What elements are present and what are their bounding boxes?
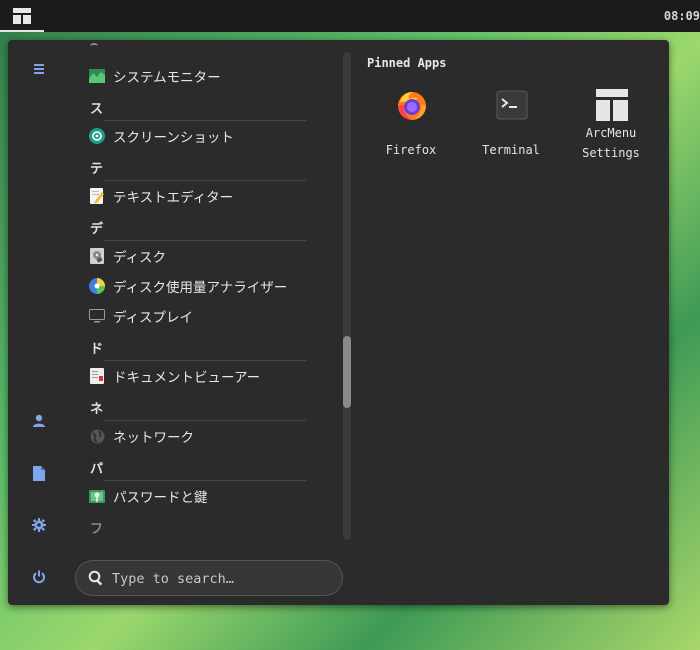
firefox-icon — [395, 88, 429, 122]
category-header: パ — [78, 451, 306, 481]
application-list[interactable]: システムモニター ス スクリーンショット テ テキストエディター デ ディスク … — [78, 40, 340, 540]
passwords-keys-icon — [89, 488, 105, 504]
app-label: システムモニター — [113, 70, 221, 86]
top-panel: 08:09 — [0, 0, 700, 32]
arcmenu-icon — [13, 8, 31, 24]
user-button[interactable] — [27, 409, 51, 433]
scrollbar-thumb[interactable] — [343, 336, 351, 408]
partial-icon — [90, 43, 98, 49]
document-viewer-icon — [89, 368, 105, 384]
arcmenu-settings-icon — [595, 88, 629, 122]
hamburger-button[interactable] — [27, 57, 51, 81]
category-header: テ — [78, 151, 306, 181]
app-text-editor[interactable]: テキストエディター — [78, 181, 340, 211]
category-header: デ — [78, 211, 306, 241]
app-label: テキストエディター — [113, 190, 234, 206]
pinned-app-label: Firefox — [385, 143, 437, 157]
user-icon — [33, 414, 45, 427]
category-header: ネ — [78, 391, 306, 421]
app-label: スクリーンショット — [113, 130, 234, 146]
left-sidebar — [8, 40, 70, 605]
settings-button[interactable] — [27, 513, 51, 537]
app-display[interactable]: ディスプレイ — [78, 301, 340, 331]
app-label: ドキュメントビューアー — [113, 370, 261, 386]
app-disks[interactable]: ディスク — [78, 241, 340, 271]
power-icon — [33, 570, 45, 584]
app-label: ネットワーク — [113, 430, 194, 446]
app-passwords-keys[interactable]: パスワードと鍵 — [78, 481, 340, 511]
arcmenu-button[interactable] — [0, 0, 44, 32]
app-label: ディスク使用量アナライザー — [113, 280, 288, 296]
disk-usage-analyzer-icon — [89, 278, 105, 294]
app-disk-usage-analyzer[interactable]: ディスク使用量アナライザー — [78, 271, 340, 301]
category-header: ス — [78, 91, 306, 121]
search-icon — [88, 570, 103, 586]
pinned-arcmenu-settings[interactable]: ArcMenu Settings — [561, 80, 661, 170]
app-label: ディスプレイ — [113, 310, 194, 326]
terminal-icon — [495, 88, 529, 122]
arcmenu-popup: システムモニター ス スクリーンショット テ テキストエディター デ ディスク … — [8, 40, 669, 605]
category-header: ド — [78, 331, 306, 361]
settings-icon — [32, 518, 46, 532]
app-document-viewer[interactable]: ドキュメントビューアー — [78, 361, 340, 391]
pinned-firefox[interactable]: Firefox — [361, 80, 461, 170]
app-screenshot[interactable]: スクリーンショット — [78, 121, 340, 151]
app-label: パスワードと鍵 — [113, 490, 208, 506]
system-monitor-icon — [89, 68, 105, 84]
menu-icon — [34, 64, 44, 74]
pinned-app-label: ArcMenu Settings — [582, 126, 640, 160]
document-icon — [33, 465, 45, 481]
app-label: ディスク — [113, 250, 167, 266]
documents-button[interactable] — [27, 461, 51, 485]
app-list-scrollbar[interactable] — [343, 52, 351, 540]
power-button[interactable] — [27, 565, 51, 589]
network-icon — [89, 428, 105, 444]
clock[interactable]: 08:09 — [664, 0, 700, 32]
category-header: フ — [90, 522, 104, 537]
display-icon — [89, 308, 105, 324]
search-box[interactable] — [75, 560, 343, 597]
text-editor-icon — [89, 188, 105, 204]
pinned-terminal[interactable]: Terminal — [461, 80, 561, 170]
pinned-apps-title: Pinned Apps — [367, 56, 447, 70]
screenshot-icon — [89, 128, 105, 144]
app-network[interactable]: ネットワーク — [78, 421, 340, 451]
pinned-app-label: Terminal — [482, 143, 540, 157]
search-input[interactable] — [110, 561, 334, 597]
disks-icon — [89, 248, 105, 264]
app-system-monitor[interactable]: システムモニター — [78, 61, 340, 91]
